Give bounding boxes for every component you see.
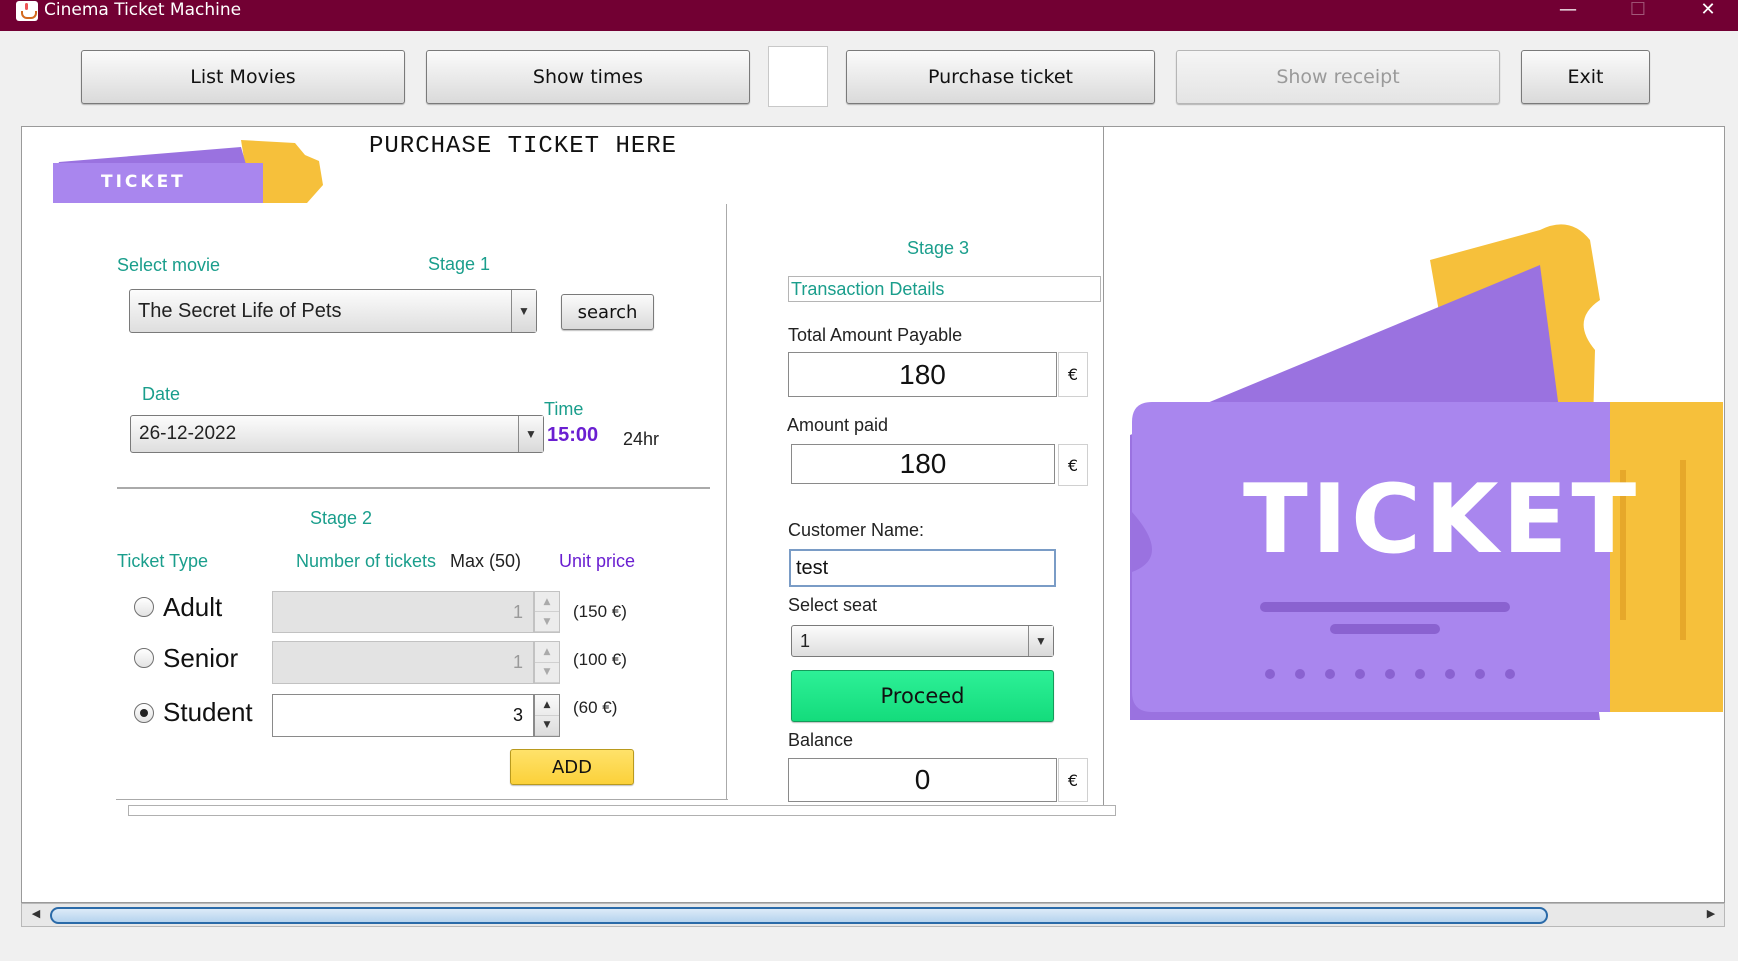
- ticket-logo-text: TICKET: [101, 172, 186, 192]
- total-amount-field[interactable]: 180: [788, 352, 1057, 397]
- ticket-illustration-text: TICKET: [1243, 465, 1640, 575]
- time-label: Time: [544, 399, 584, 419]
- movie-select[interactable]: The Secret Life of Pets ▼: [129, 289, 537, 333]
- exit-button[interactable]: Exit: [1521, 50, 1650, 104]
- student-ticket-count[interactable]: 3: [272, 694, 534, 737]
- seat-select[interactable]: 1 ▼: [791, 625, 1054, 657]
- adult-spinner-buttons[interactable]: ▲ ▼: [534, 591, 560, 633]
- stage-divider: [117, 487, 710, 489]
- total-amount-currency: €: [1058, 352, 1088, 397]
- amount-paid-label: Amount paid: [787, 415, 889, 435]
- ticket-type-label: Ticket Type: [117, 551, 209, 571]
- scrollbar-thumb[interactable]: [50, 907, 1548, 924]
- date-label: Date: [142, 384, 181, 404]
- time-value: 15:00: [547, 424, 599, 446]
- show-receipt-button[interactable]: Show receipt: [1176, 50, 1500, 104]
- maximize-icon[interactable]: ☐: [1618, 0, 1658, 21]
- stage-3-label: Stage 3: [907, 238, 970, 258]
- blank-toolbar-slot: [768, 46, 828, 107]
- time-format-label: 24hr: [623, 429, 660, 449]
- stage2-bottom-line: [116, 799, 728, 800]
- senior-ticket-count[interactable]: 1: [272, 641, 534, 684]
- date-select[interactable]: 26-12-2022 ▼: [130, 415, 544, 453]
- senior-price: (100 €): [573, 650, 627, 669]
- scroll-left-icon[interactable]: ◀: [25, 907, 47, 923]
- page-title: PURCHASE TICKET HERE: [369, 133, 678, 160]
- amount-paid-field[interactable]: 180: [791, 444, 1055, 484]
- amount-paid-currency: €: [1058, 444, 1088, 486]
- chevron-down-icon[interactable]: ▼: [518, 416, 543, 452]
- select-movie-label: Select movie: [117, 255, 221, 275]
- max-tickets-label: Max (50): [450, 551, 522, 571]
- adult-price: (150 €): [573, 602, 627, 621]
- student-radio[interactable]: [134, 703, 154, 723]
- movie-select-value: The Secret Life of Pets: [138, 299, 342, 322]
- add-button[interactable]: ADD: [510, 749, 634, 785]
- java-app-icon: [16, 1, 38, 21]
- purchase-ticket-button[interactable]: Purchase ticket: [846, 50, 1155, 104]
- minimize-icon[interactable]: —: [1548, 0, 1588, 21]
- inner-horizontal-strip: [128, 805, 1116, 816]
- senior-radio[interactable]: [134, 648, 154, 668]
- stage-1-label: Stage 1: [428, 254, 491, 274]
- number-of-tickets-label: Number of tickets: [296, 551, 437, 571]
- stage-2-label: Stage 2: [310, 508, 373, 528]
- adult-radio[interactable]: [134, 597, 154, 617]
- chevron-down-icon[interactable]: ▼: [511, 290, 536, 332]
- student-label: Student: [163, 697, 253, 727]
- date-select-value: 26-12-2022: [139, 423, 237, 444]
- chevron-down-icon[interactable]: ▼: [1028, 626, 1053, 656]
- window-title: Cinema Ticket Machine: [44, 0, 242, 20]
- transaction-details-label: Transaction Details: [788, 276, 1101, 302]
- seat-select-value: 1: [800, 630, 811, 651]
- balance-label: Balance: [788, 730, 854, 750]
- adult-label: Adult: [163, 592, 223, 622]
- stage3-right-border: [1103, 126, 1104, 806]
- customer-name-input[interactable]: test: [789, 549, 1056, 587]
- student-price: (60 €): [573, 698, 618, 717]
- balance-field[interactable]: 0: [788, 758, 1057, 802]
- senior-spinner-buttons[interactable]: ▲ ▼: [534, 641, 560, 684]
- search-button[interactable]: search: [561, 294, 654, 330]
- scroll-right-icon[interactable]: ▶: [1700, 907, 1722, 923]
- ticket-logo: TICKET: [53, 140, 323, 203]
- column-divider: [726, 204, 727, 800]
- window-title-bar: [0, 0, 1738, 31]
- close-icon[interactable]: ✕: [1688, 0, 1728, 21]
- select-seat-label: Select seat: [788, 595, 878, 615]
- adult-ticket-count[interactable]: 1: [272, 591, 534, 633]
- student-spinner-buttons[interactable]: ▲ ▼: [534, 694, 560, 737]
- total-amount-label: Total Amount Payable: [788, 325, 963, 345]
- proceed-button[interactable]: Proceed: [791, 670, 1054, 722]
- show-times-button[interactable]: Show times: [426, 50, 750, 104]
- senior-label: Senior: [163, 643, 239, 673]
- customer-name-label: Customer Name:: [788, 520, 925, 540]
- balance-currency: €: [1058, 758, 1088, 802]
- ticket-illustration: TICKET: [1130, 224, 1723, 720]
- list-movies-button[interactable]: List Movies: [81, 50, 405, 104]
- unit-price-label: Unit price: [559, 551, 636, 571]
